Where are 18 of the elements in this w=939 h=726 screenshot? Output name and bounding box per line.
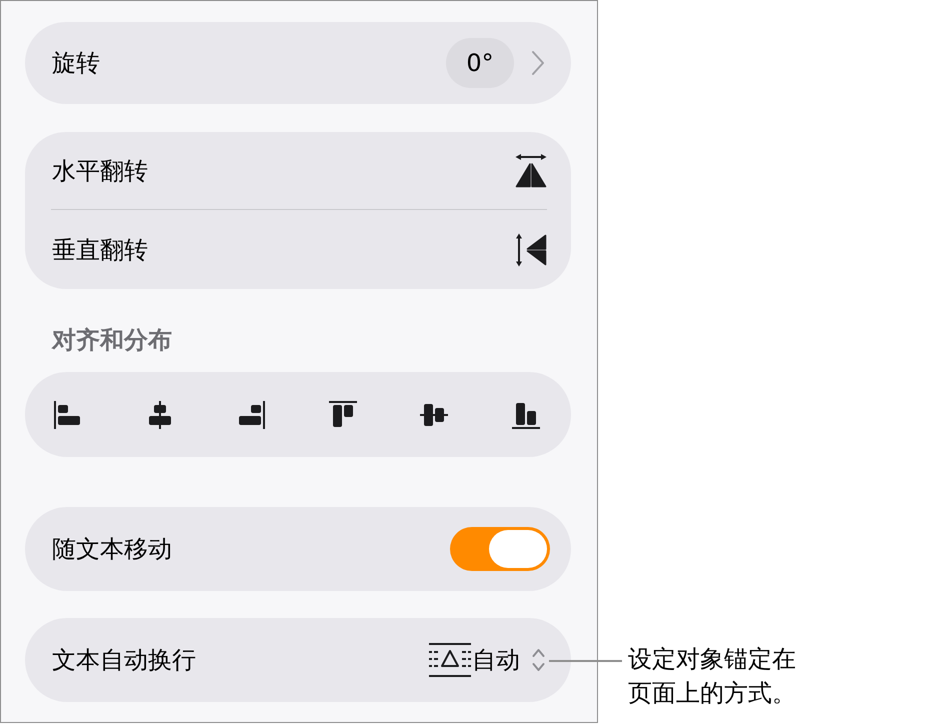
angle-field[interactable]: 0° [446, 38, 514, 88]
flip-label: 垂直翻转 [52, 234, 148, 264]
flip-vertical-icon[interactable] [515, 232, 547, 266]
rotation-label: 旋转 [52, 48, 100, 78]
text-wrap-icon [429, 643, 471, 677]
align-right-icon[interactable] [237, 400, 266, 428]
section-heading: 对齐和分布 [52, 327, 172, 353]
chevron-up-down-icon [532, 646, 545, 674]
callout-text: 设定对象锚定在页面上的方式。 [628, 644, 797, 709]
align-bottom-icon[interactable] [512, 400, 540, 428]
setting-label: 随文本移动 [52, 534, 172, 564]
wrap-mode-dropdown[interactable]: 自动 [472, 645, 545, 675]
align-left-icon[interactable] [54, 400, 82, 428]
flip-label: 水平翻转 [52, 156, 148, 186]
setting-label: 文本自动换行 [52, 645, 196, 675]
toggle-switch[interactable] [450, 527, 550, 571]
flip-horizontal-icon[interactable] [515, 154, 547, 188]
align-top-icon[interactable] [328, 400, 357, 428]
